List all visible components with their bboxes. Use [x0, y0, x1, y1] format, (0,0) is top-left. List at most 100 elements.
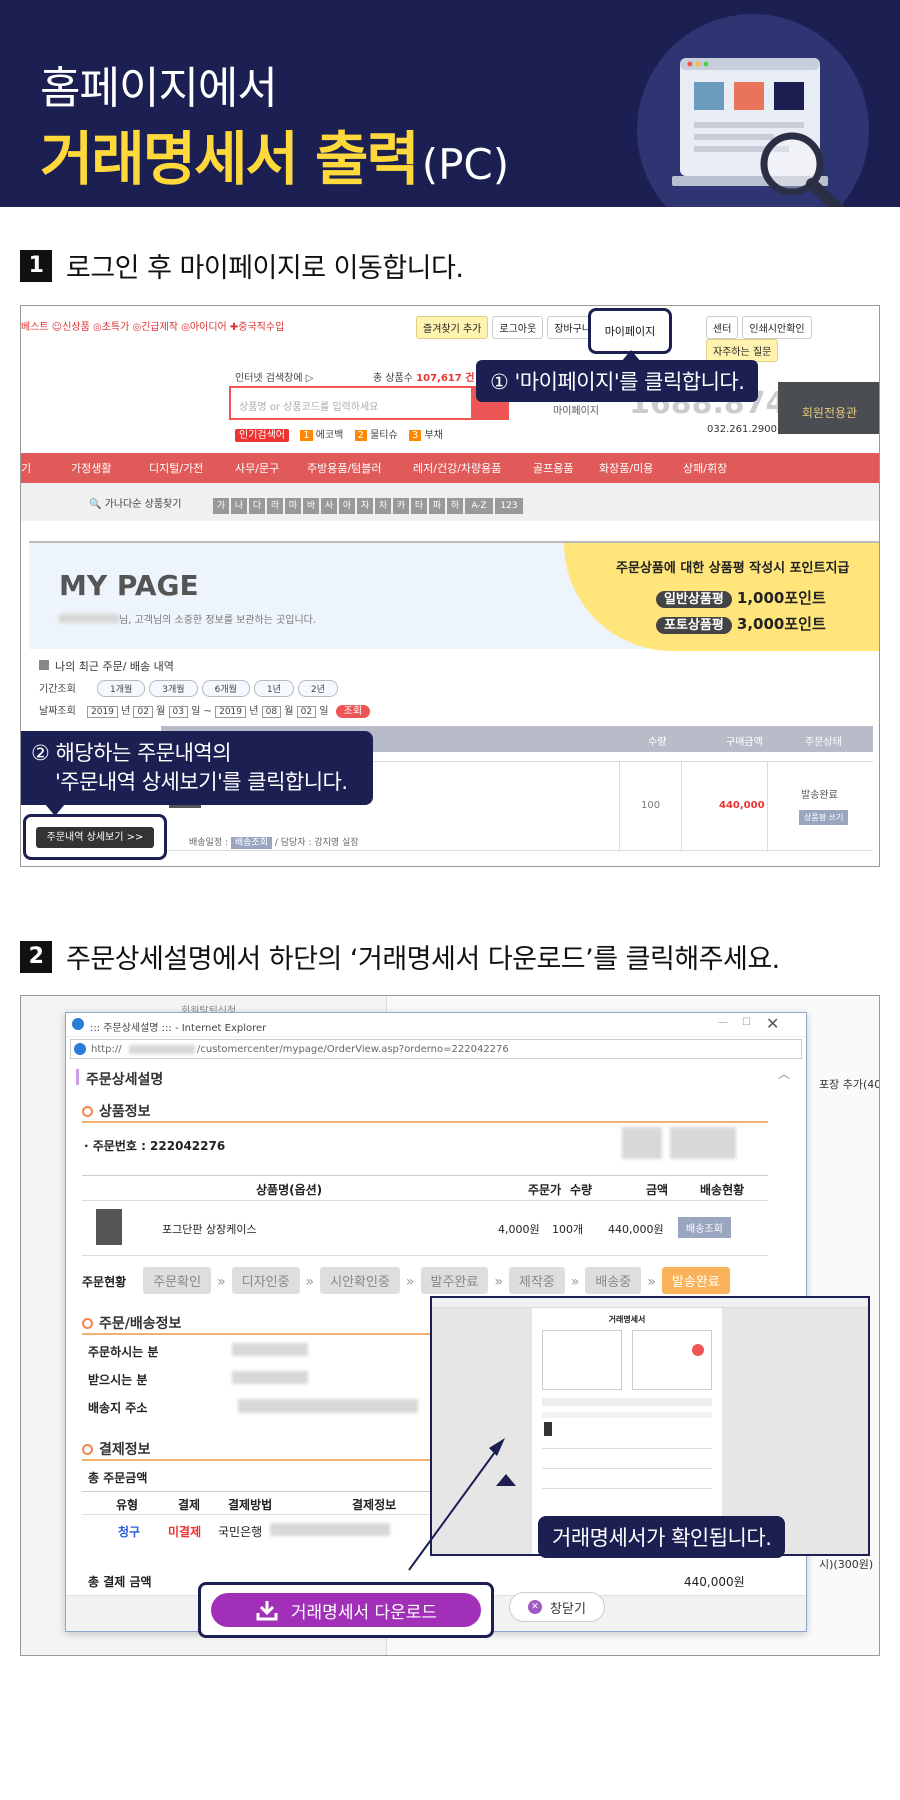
order-price: 440,000 [719, 800, 765, 811]
period-1y[interactable]: 1년 [253, 680, 294, 697]
alpha-chip[interactable]: 다 [249, 498, 265, 514]
order-status: 발송완료 [801, 790, 838, 801]
popular-term-3[interactable]: 부채 [424, 430, 442, 441]
alpha-chip[interactable]: 가 [213, 498, 229, 514]
category-1[interactable]: 가정생활 [71, 460, 149, 476]
category-0[interactable]: 기 [21, 460, 71, 476]
header-title-line2: 거래명세서 출력(PC) [40, 112, 509, 196]
flow-ordered: 발주완료 [420, 1267, 489, 1294]
faq-button[interactable]: 자주하는 질문 [706, 339, 779, 362]
center-button[interactable]: 센터 [706, 316, 739, 339]
alpha-chip[interactable]: 차 [375, 498, 391, 514]
category-nav: 기 가정생활 디지털/가전 사무/문구 주방용품/텀블러 레저/건강/차량용품 … [21, 453, 879, 483]
search-input[interactable]: 상품명 or 상품코드를 입력하세요 [229, 386, 509, 420]
callout2-line2: '주문내역 상세보기'를 클릭합니다. [55, 770, 348, 794]
order-qty: 100 [641, 800, 661, 811]
to-month-unit: 월 [284, 706, 294, 717]
order-info-text: 주문/배송정보 [99, 1316, 182, 1332]
period-1m[interactable]: 1개월 [97, 680, 146, 697]
delivery-label: 배송일정 : [189, 838, 231, 848]
bookmark-button[interactable]: 즐겨찾기 추가 [416, 316, 489, 339]
close-icon[interactable]: ✕ [766, 1014, 779, 1033]
from-month-select[interactable]: 02 [133, 706, 153, 718]
right-note-2: 시)(300원) [819, 1558, 874, 1571]
category-5[interactable]: 레저/건강/차량용품 [413, 460, 533, 476]
period-3m[interactable]: 3개월 [149, 680, 198, 697]
period-2y[interactable]: 2년 [297, 680, 338, 697]
recent-orders-icon [39, 660, 49, 670]
pay-method: 국민은행 [218, 1525, 263, 1539]
ie-address-bar[interactable]: http:// /customercenter/mypage/OrderView… [70, 1039, 802, 1059]
to-day-select[interactable]: 02 [296, 706, 317, 718]
invoice-download-button[interactable]: 거래명세서 다운로드 [211, 1593, 481, 1627]
category-6[interactable]: 골프용품 [533, 460, 599, 476]
order-number: · 주문번호 : 222042276 [84, 1139, 226, 1153]
period-6m[interactable]: 6개월 [201, 680, 250, 697]
alpha-chip[interactable]: 자 [357, 498, 373, 514]
alpha-chip[interactable]: 123 [495, 498, 523, 514]
delivery-track-button[interactable]: 배송조회 [230, 837, 272, 849]
alpha-search-text: 가나다순 상품찾기 [104, 499, 182, 510]
status-label: 주문현황 [82, 1275, 127, 1289]
category-8[interactable]: 상패/휘장 [683, 460, 753, 476]
alpha-search-bar: 🔍 가나다순 상품찾기 가 나 다 라 마 바 사 아 자 차 카 타 파 하 A-Z 123 [21, 483, 879, 521]
alpha-chip[interactable]: A-Z [465, 498, 493, 514]
from-year-select[interactable]: 2019 [87, 706, 118, 718]
category-3[interactable]: 사무/문구 [235, 460, 307, 476]
product-info-title: 상품정보 [82, 1101, 151, 1121]
flow-designing: 디자인중 [231, 1267, 300, 1294]
username-blurred [59, 614, 119, 623]
callout-step1: ① '마이페이지'를 클릭합니다. [476, 360, 759, 402]
category-4[interactable]: 주방용품/텀블러 [307, 460, 413, 476]
alpha-chip[interactable]: 타 [411, 498, 427, 514]
order-detail-title: 주문상세설명 [86, 1072, 164, 1088]
to-year-select[interactable]: 2019 [215, 706, 247, 718]
from-day-select[interactable]: 03 [168, 706, 188, 718]
step2-screenshot: 회원탈퇴신청 포장 추가(40 시)(300원) ::: 주문상세설명 ::: … [20, 995, 880, 1656]
minimize-icon[interactable]: — [718, 1017, 728, 1028]
category-2[interactable]: 디지털/가전 [149, 460, 235, 476]
alpha-chip[interactable]: 사 [321, 498, 337, 514]
popular-term-1[interactable]: 에코백 [316, 430, 344, 441]
alpha-chip[interactable]: 라 [267, 498, 283, 514]
step2-title: 2 주문상세설명에서 하단의 ‘거래명세서 다운로드’를 클릭해주세요. [20, 937, 780, 976]
review-general-points: 1,000포인트 [736, 589, 826, 607]
alpha-chip[interactable]: 하 [447, 498, 463, 514]
flow-arrow-icon: » [494, 1274, 503, 1290]
alpha-chip[interactable]: 파 [429, 498, 445, 514]
download-icon [256, 1601, 278, 1621]
scroll-up-icon[interactable]: ︿ [778, 1065, 790, 1082]
delivery-track-button[interactable]: 배송조회 [678, 1217, 731, 1238]
alpha-chip[interactable]: 아 [339, 498, 355, 514]
to-month-select[interactable]: 08 [261, 706, 282, 718]
topbar-menu[interactable]: 베스트 ☺신상품 ◎초특가 ◎긴급제작 ◎아이디어 ✚중국직수입 [21, 318, 284, 333]
review-banner-text: 주문상품에 대한 상품평 작성시 포인트지급 [616, 561, 850, 576]
alpha-chip[interactable]: 나 [231, 498, 247, 514]
member-only-badge[interactable]: 회원전용관 [778, 382, 879, 434]
flow-arrow-icon: » [647, 1274, 656, 1290]
alpha-chip[interactable]: 바 [303, 498, 319, 514]
receiver-label: 받으시는 분 [88, 1373, 148, 1387]
proof-check-button[interactable]: 인쇄시안확인 [742, 316, 812, 339]
flow-arrow-icon: » [570, 1274, 580, 1290]
mypage-button[interactable]: 마이페이지 [605, 323, 656, 339]
alpha-chip[interactable]: 카 [393, 498, 409, 514]
write-review-button[interactable]: 상품평 쓰기 [799, 810, 849, 825]
orderer-label: 주문하시는 분 [88, 1345, 159, 1359]
alpha-chip[interactable]: 마 [285, 498, 301, 514]
product-name[interactable]: 포그단판 상장케이스 [162, 1221, 257, 1237]
blurred-block-2 [670, 1127, 736, 1159]
total-count: 총 상품수 107,617 건 [373, 369, 474, 384]
review-general-row: 일반상품평 1,000포인트 [656, 587, 826, 608]
header-title-main: 거래명세서 출력 [40, 125, 420, 193]
order-detail-button[interactable]: 주문내역 상세보기 >> [36, 827, 154, 848]
close-window-button[interactable]: ✕ 창닫기 [509, 1592, 605, 1622]
category-7[interactable]: 화장품/미용 [599, 460, 683, 476]
date-search-button[interactable]: 조회 [335, 705, 371, 718]
maximize-icon[interactable]: ☐ [742, 1017, 751, 1028]
period-label: 기간조회 [39, 684, 76, 695]
popular-term-2[interactable]: 물티슈 [370, 430, 398, 441]
date-label: 날짜조회 [39, 706, 76, 717]
review-general-label: 일반상품평 [656, 591, 732, 608]
logout-button[interactable]: 로그아웃 [492, 316, 544, 339]
